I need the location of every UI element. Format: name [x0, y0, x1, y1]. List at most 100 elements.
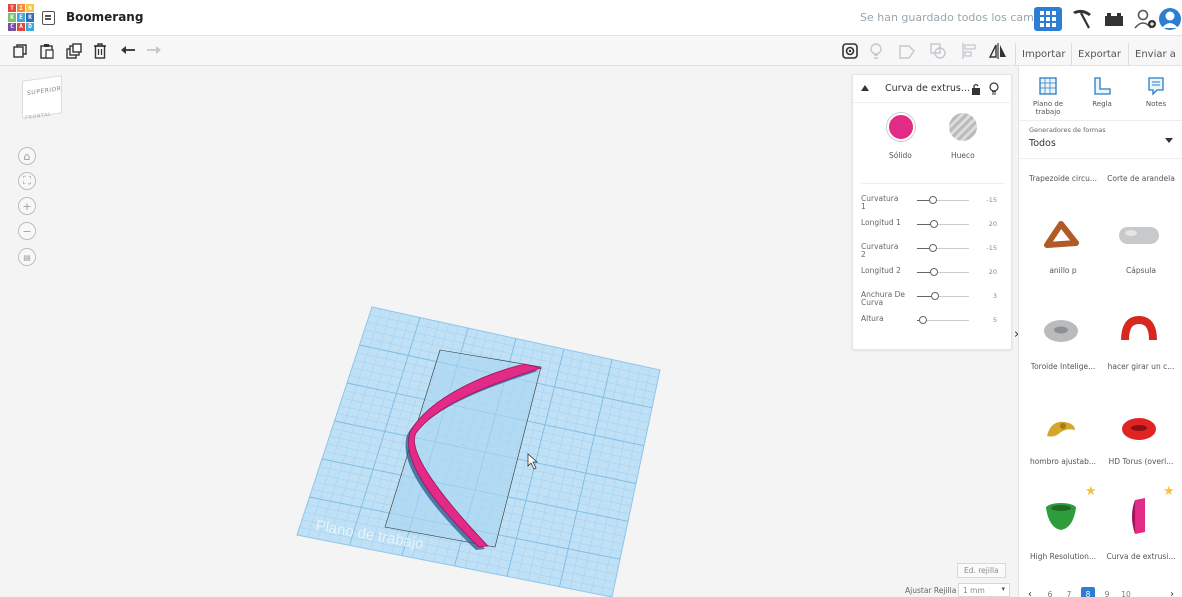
parameter-slider-knob[interactable] — [929, 244, 938, 252]
copy-button[interactable] — [10, 41, 30, 61]
bricks-icon — [1105, 13, 1123, 26]
parameter-slider-knob[interactable] — [931, 292, 940, 300]
add-user-icon — [1134, 9, 1156, 29]
lock-icon[interactable] — [971, 83, 981, 95]
inspector-header: Curva de extrus... — [853, 75, 1013, 103]
parameter-value[interactable]: 20 — [989, 220, 997, 228]
parameter-row: Curvatura 1 -15 — [861, 193, 1011, 211]
next-page-chevron-icon[interactable]: › — [1165, 587, 1179, 597]
mirror-button[interactable] — [988, 41, 1008, 61]
parameter-row: Longitud 1 20 — [861, 217, 1011, 233]
ruler-tool[interactable]: Regla — [1077, 76, 1127, 108]
shape-label[interactable]: Trapezoide circu... — [1025, 174, 1101, 183]
logo-cell: K — [8, 13, 16, 22]
parameter-slider-knob[interactable] — [930, 268, 939, 276]
chevron-down-icon[interactable] — [1165, 138, 1173, 143]
duplicate-button[interactable] — [64, 41, 84, 61]
mirror-icon — [988, 43, 1006, 59]
cone-shape-icon — [1046, 503, 1076, 530]
workplane-tool[interactable]: Plano de trabajo — [1023, 76, 1073, 116]
parameter-slider-knob[interactable] — [919, 316, 927, 324]
visibility-bulb-icon[interactable] — [989, 82, 999, 95]
ungroup-button[interactable] — [928, 41, 948, 61]
shape-label: Cápsula — [1126, 266, 1156, 275]
align-icon — [962, 43, 976, 59]
parameter-value[interactable]: 3 — [993, 292, 997, 300]
inspector-title[interactable]: Curva de extrus... — [885, 83, 970, 94]
shape-label: HD Torus (overl... — [1108, 457, 1174, 466]
group-button[interactable] — [897, 41, 917, 61]
parameter-slider-knob[interactable] — [929, 196, 938, 204]
page-button[interactable]: 9 — [1100, 587, 1114, 597]
send-to-button[interactable]: Enviar a — [1128, 43, 1182, 65]
paste-icon — [40, 44, 54, 59]
page-button[interactable]: 8 — [1081, 587, 1095, 597]
parameter-label: Altura — [861, 314, 884, 323]
parameter-row: Curvatura 2 -15 — [861, 241, 1011, 259]
grid-view-icon — [1040, 11, 1056, 27]
favorite-star-icon: ★ — [1163, 484, 1175, 499]
export-button[interactable]: Exportar — [1071, 43, 1127, 65]
delete-icon — [94, 43, 106, 59]
parameter-label: Longitud 1 — [861, 218, 901, 227]
parameter-slider-knob[interactable] — [930, 220, 939, 228]
revolve-shape-icon — [1121, 316, 1157, 341]
align-button[interactable] — [959, 41, 979, 61]
import-button[interactable]: Importar — [1015, 43, 1071, 65]
notes-tool-label: Notes — [1145, 100, 1167, 108]
shape-label: hacer girar un c... — [1107, 362, 1175, 371]
user-avatar-button[interactable] — [1158, 7, 1182, 31]
logo-cell: N — [26, 4, 34, 13]
shape-label: Curva de extrusi... — [1106, 552, 1176, 561]
generators-label: Generadores de formas — [1029, 126, 1106, 134]
bricks-button[interactable] — [1100, 7, 1128, 31]
parameter-row: Altura 5 — [861, 313, 1011, 329]
delete-button[interactable] — [90, 41, 110, 61]
edit-grid-button[interactable]: Ed. rejilla — [957, 563, 1006, 578]
undo-button[interactable] — [118, 41, 138, 61]
light-button[interactable] — [866, 41, 886, 61]
page-button[interactable]: 10 — [1119, 587, 1133, 597]
hole-swatch[interactable] — [949, 113, 977, 141]
solid-label: Sólido — [889, 151, 912, 160]
logo-cell: I — [17, 4, 25, 13]
copy-icon — [13, 44, 27, 58]
pickaxe-button[interactable] — [1068, 7, 1096, 31]
parameter-label: Curvatura 2 — [861, 242, 899, 259]
add-user-button[interactable] — [1132, 7, 1158, 31]
prev-page-chevron-icon[interactable]: ‹ — [1023, 587, 1037, 597]
ungroup-icon — [930, 43, 946, 59]
hd-torus-shape-icon — [1122, 418, 1156, 440]
solid-color-swatch[interactable] — [887, 113, 915, 141]
collapse-inspector-icon[interactable] — [861, 85, 869, 91]
snap-grid-select[interactable]: 1 mm — [958, 583, 1010, 597]
hole-label: Hueco — [951, 151, 975, 160]
workplane-viewport[interactable]: Plano de trabajo · — [0, 66, 850, 597]
notes-tool[interactable]: Notes — [1131, 76, 1181, 108]
logo-cell: R — [26, 13, 34, 22]
group-icon — [899, 45, 915, 59]
triangle-ring-shape-icon — [1044, 221, 1079, 248]
parameter-label: Longitud 2 — [861, 266, 901, 275]
shape-label[interactable]: Corte de arandela — [1103, 174, 1179, 183]
notes-icon — [1148, 77, 1164, 96]
design-title[interactable]: Boomerang — [66, 10, 143, 24]
parameter-value[interactable]: 20 — [989, 268, 997, 276]
grid-view-button[interactable] — [1034, 7, 1062, 31]
parameter-value[interactable]: 5 — [993, 316, 997, 324]
shape-label: anillo p — [1049, 266, 1077, 275]
avatar-icon — [1159, 8, 1181, 30]
tinkercad-logo[interactable]: TIN KER CAD — [8, 4, 34, 31]
logo-cell: D — [26, 22, 34, 31]
paste-button[interactable] — [37, 41, 57, 61]
extrusion-curve-shape-icon — [1132, 498, 1145, 534]
generators-dropdown[interactable]: Todos — [1029, 138, 1056, 149]
page-button[interactable]: 6 — [1043, 587, 1057, 597]
redo-button[interactable] — [144, 41, 164, 61]
design-list-icon[interactable] — [42, 11, 55, 25]
parameter-value[interactable]: -15 — [986, 196, 997, 204]
page-button[interactable]: 7 — [1062, 587, 1076, 597]
parameter-row: Longitud 2 20 — [861, 265, 1011, 281]
camera-button[interactable] — [840, 41, 860, 61]
parameter-value[interactable]: -15 — [986, 244, 997, 252]
